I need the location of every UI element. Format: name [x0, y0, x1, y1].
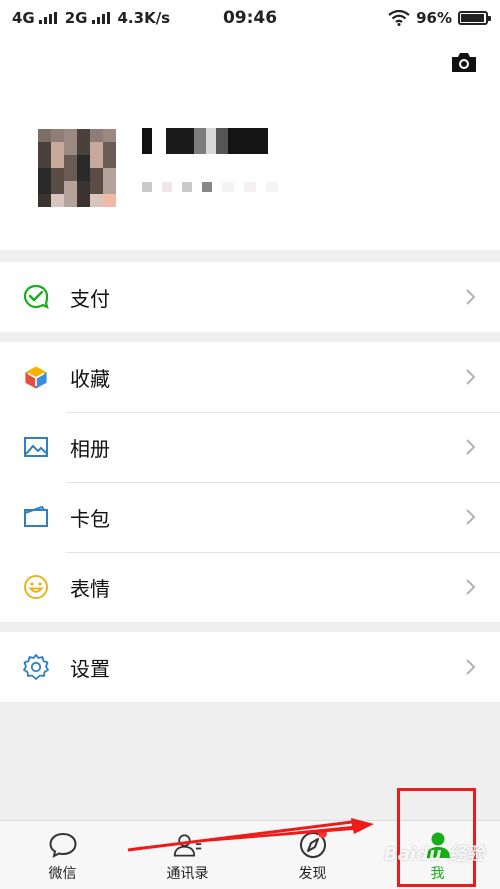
- menu-item-favorites[interactable]: 收藏: [0, 342, 500, 412]
- avatar-pixel: [90, 129, 103, 142]
- network-speed: 4.3K/s: [117, 9, 171, 27]
- chat-bubble-icon: [48, 831, 78, 859]
- image-icon: [22, 433, 50, 461]
- avatar-pixel: [90, 194, 103, 207]
- avatar-pixel: [38, 155, 51, 168]
- network-label-1: 4G: [12, 9, 35, 27]
- avatar-pixel: [51, 194, 64, 207]
- menu-item-pay[interactable]: 支付: [0, 262, 500, 332]
- avatar-pixel: [64, 194, 77, 207]
- menu-item-stickers-label: 表情: [70, 576, 110, 601]
- avatar-pixel: [90, 155, 103, 168]
- nickname-pixelated: [142, 128, 272, 154]
- profile-header[interactable]: [0, 36, 500, 250]
- avatar-pixel: [38, 142, 51, 155]
- battery-icon: [458, 11, 491, 25]
- gear-icon: [22, 653, 50, 681]
- chevron-right-icon: [466, 439, 476, 455]
- menu-item-settings[interactable]: 设置: [0, 632, 500, 702]
- wallet-icon: [22, 503, 50, 531]
- menu-group-settings: 设置: [0, 632, 500, 702]
- signal-icon-2: [91, 12, 110, 24]
- menu-item-stickers[interactable]: 表情: [0, 552, 500, 622]
- avatar-pixel: [64, 142, 77, 155]
- menu-item-album-label: 相册: [70, 436, 110, 461]
- avatar-pixel: [38, 168, 51, 181]
- chevron-right-icon: [466, 509, 476, 525]
- avatar-pixel: [77, 155, 90, 168]
- avatar-pixel: [64, 168, 77, 181]
- menu-item-cards-label: 卡包: [70, 506, 110, 531]
- chevron-right-icon: [466, 579, 476, 595]
- menu-group-main: 收藏 相册 卡包 表情: [0, 342, 500, 622]
- tab-chats[interactable]: 微信: [0, 821, 125, 889]
- avatar-pixel: [51, 129, 64, 142]
- avatar-pixel: [51, 142, 64, 155]
- menu-group-pay: 支付: [0, 262, 500, 332]
- avatar-pixel: [90, 181, 103, 194]
- avatar-pixel: [103, 181, 116, 194]
- tab-discover[interactable]: 发现: [250, 821, 375, 889]
- chevron-right-icon: [466, 369, 476, 385]
- avatar-pixel: [51, 155, 64, 168]
- signal-icon-1: [38, 12, 57, 24]
- wechat-id-pixelated: [142, 182, 362, 192]
- avatar-pixel: [38, 194, 51, 207]
- tab-contacts-label: 通讯录: [166, 866, 209, 882]
- avatar-pixel: [64, 155, 77, 168]
- avatar-pixel: [103, 142, 116, 155]
- battery-percent: 96%: [416, 9, 452, 27]
- camera-icon[interactable]: [450, 50, 478, 74]
- avatar-pixel: [64, 181, 77, 194]
- avatar-pixel: [51, 168, 64, 181]
- avatar-pixel: [103, 194, 116, 207]
- menu-item-album[interactable]: 相册: [0, 412, 500, 482]
- menu-item-favorites-label: 收藏: [70, 366, 110, 391]
- avatar[interactable]: [38, 129, 116, 207]
- avatar-pixel: [77, 181, 90, 194]
- avatar-pixel: [103, 155, 116, 168]
- avatar-pixel: [103, 129, 116, 142]
- status-bar: 4G 2G 4.3K/s 09:46 96%: [0, 0, 500, 36]
- network-label-2: 2G: [64, 9, 88, 27]
- tab-chats-label: 微信: [48, 866, 77, 882]
- smiley-icon: [22, 573, 50, 601]
- avatar-pixel: [38, 129, 51, 142]
- avatar-pixel: [38, 181, 51, 194]
- contacts-icon: [173, 831, 203, 859]
- menu-item-settings-label: 设置: [70, 656, 110, 681]
- annotation-highlight-box: [397, 788, 476, 887]
- avatar-pixel: [103, 168, 116, 181]
- menu-item-cards[interactable]: 卡包: [0, 482, 500, 552]
- chevron-right-icon: [466, 289, 476, 305]
- watermark: Baidu 经验: [384, 844, 485, 865]
- avatar-pixel: [77, 129, 90, 142]
- avatar-pixel: [64, 129, 77, 142]
- avatar-pixel: [51, 181, 64, 194]
- avatar-pixel: [77, 168, 90, 181]
- avatar-pixel: [77, 142, 90, 155]
- avatar-pixel: [90, 168, 103, 181]
- cube-icon: [22, 363, 50, 391]
- menu-item-pay-label: 支付: [70, 286, 110, 311]
- pay-icon: [22, 283, 50, 311]
- tab-contacts[interactable]: 通讯录: [125, 821, 250, 889]
- avatar-pixel: [77, 194, 90, 207]
- tab-discover-label: 发现: [298, 866, 327, 882]
- chevron-right-icon: [466, 659, 476, 675]
- notification-dot: [318, 829, 327, 838]
- wifi-icon: [388, 10, 410, 26]
- avatar-pixel: [90, 142, 103, 155]
